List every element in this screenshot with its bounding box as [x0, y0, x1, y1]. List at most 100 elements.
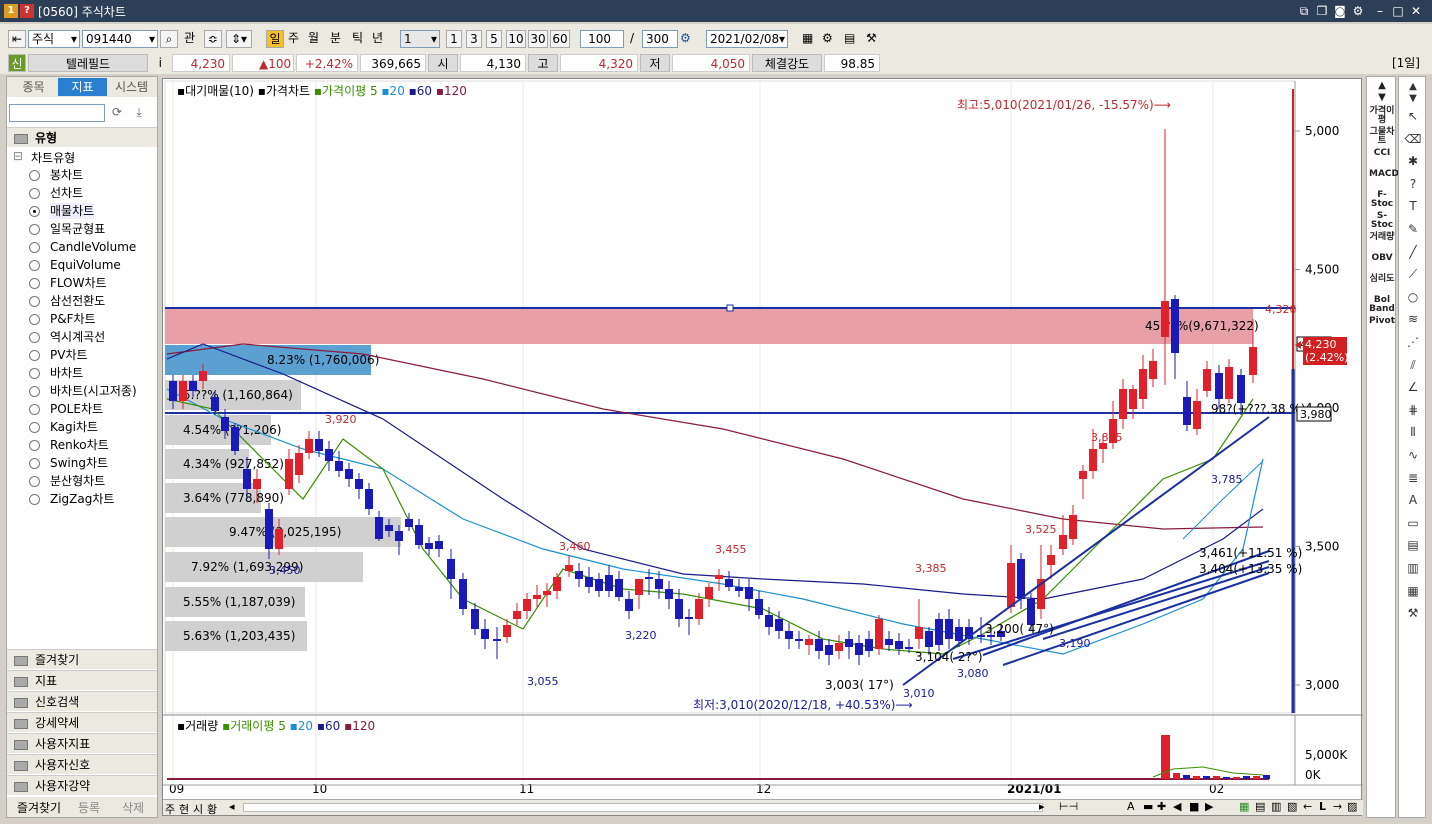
- chart-type-9[interactable]: 역시계곡선: [29, 329, 157, 345]
- channel-icon[interactable]: ⫽: [1404, 358, 1422, 374]
- mode-hyun[interactable]: 현: [179, 801, 189, 817]
- group-4[interactable]: 사용자지표: [7, 733, 157, 753]
- tool-scroll-down-icon[interactable]: ▼: [1404, 93, 1422, 109]
- chart-type-7[interactable]: 삼선전환도: [29, 293, 157, 309]
- link-icon[interactable]: ⧉: [1296, 3, 1312, 19]
- period-day[interactable]: 일: [266, 30, 284, 48]
- tab-indicator[interactable]: 지표: [58, 78, 107, 96]
- copy-icon[interactable]: ❐: [1314, 3, 1330, 19]
- excel-icon[interactable]: ▦: [1239, 800, 1249, 813]
- scrollbar[interactable]: [243, 803, 1043, 812]
- updown-icon[interactable]: ⇕▾: [226, 30, 252, 48]
- fit-icon[interactable]: ▨: [1347, 800, 1357, 813]
- sync-icon[interactable]: ≎: [204, 30, 222, 48]
- chart-type-13[interactable]: POLE차트: [29, 401, 157, 417]
- maximize-icon[interactable]: □: [1390, 3, 1406, 19]
- wrench-icon[interactable]: ⚒: [1404, 606, 1422, 622]
- all-icon[interactable]: ✱: [1404, 154, 1422, 170]
- help-icon[interactable]: ?: [20, 4, 34, 18]
- chart-type-0[interactable]: 봉차트: [29, 167, 157, 183]
- chart-type-6[interactable]: FLOW차트: [29, 275, 157, 291]
- mode-ju[interactable]: 주: [165, 801, 175, 817]
- fan-icon[interactable]: ⋰: [1404, 335, 1422, 351]
- mode-si[interactable]: 시: [193, 801, 203, 817]
- pen-icon[interactable]: ✎: [1404, 222, 1422, 238]
- radio-button[interactable]: [29, 332, 40, 343]
- save-chart-icon[interactable]: ▤: [1255, 800, 1265, 813]
- chart-type-3[interactable]: 일목균형표: [29, 221, 157, 237]
- chart-type-16[interactable]: Swing차트: [29, 455, 157, 471]
- indicator-4[interactable]: F-Stoc: [1369, 191, 1395, 209]
- radio-button[interactable]: [29, 350, 40, 361]
- period-minute[interactable]: 분: [330, 30, 346, 48]
- rewind-icon[interactable]: ◀: [1173, 800, 1181, 813]
- favorites-tab[interactable]: 즐겨찾기: [11, 799, 67, 816]
- radio-button[interactable]: [29, 422, 40, 433]
- quick-10[interactable]: 10: [506, 30, 526, 48]
- group-6[interactable]: 사용자강약: [7, 775, 157, 795]
- radio-button[interactable]: [29, 278, 40, 289]
- radio-button[interactable]: [29, 170, 40, 181]
- log-icon[interactable]: L: [1319, 800, 1326, 813]
- line-icon[interactable]: ╱: [1404, 245, 1422, 261]
- indicator-9[interactable]: Bol Band: [1369, 296, 1395, 314]
- radio-button[interactable]: [29, 224, 40, 235]
- radio-button[interactable]: [29, 386, 40, 397]
- radio-button[interactable]: [29, 404, 40, 415]
- indicator-6[interactable]: 거래량: [1369, 233, 1395, 242]
- trend-icon[interactable]: ⟋: [1404, 267, 1422, 283]
- chart-type-15[interactable]: Renko차트: [29, 437, 157, 453]
- grid-icon[interactable]: ▥: [1271, 800, 1281, 813]
- quick-60[interactable]: 60: [550, 30, 570, 48]
- question-icon[interactable]: ?: [1404, 177, 1422, 193]
- group-0[interactable]: 즐겨찾기: [7, 649, 157, 669]
- camera-icon[interactable]: ◙: [1332, 3, 1348, 19]
- scroll-down-icon[interactable]: ▼: [1369, 93, 1395, 103]
- scroll-left-icon[interactable]: ◂: [229, 800, 235, 813]
- plus-icon[interactable]: ✚: [1157, 800, 1166, 813]
- back-icon[interactable]: ←: [1303, 800, 1312, 813]
- quick-5[interactable]: 5: [486, 30, 502, 48]
- fib-icon[interactable]: ≋: [1404, 312, 1422, 328]
- circle-icon[interactable]: ○: [1404, 290, 1422, 306]
- search-icon[interactable]: ⌕: [160, 30, 178, 48]
- period-year[interactable]: 년: [372, 30, 388, 48]
- radio-button[interactable]: [29, 458, 40, 469]
- indicator-5[interactable]: S-Stoc: [1369, 212, 1395, 230]
- chart-type-12[interactable]: 바차트(시고저종): [29, 383, 157, 399]
- eraser-icon[interactable]: ⌫: [1404, 132, 1422, 148]
- chart-type-folder[interactable]: ⊟ 차트유형: [11, 149, 151, 165]
- minimize-icon[interactable]: –: [1372, 3, 1388, 19]
- prev-stock-icon[interactable]: ⇤: [8, 30, 26, 48]
- chart-type-2[interactable]: 매물차트: [29, 203, 157, 219]
- mode-hwang[interactable]: 황: [207, 801, 217, 817]
- chart-type-18[interactable]: ZigZag차트: [29, 491, 157, 507]
- cursor-icon[interactable]: ↖: [1404, 109, 1422, 125]
- radio-button[interactable]: [29, 206, 40, 217]
- chart-type-17[interactable]: 분산형차트: [29, 473, 157, 489]
- gear-icon[interactable]: ⚙: [822, 30, 838, 48]
- gann-icon[interactable]: ⋕: [1404, 403, 1422, 419]
- chart-type-11[interactable]: 바차트: [29, 365, 157, 381]
- period-week[interactable]: 주: [288, 30, 304, 48]
- tab-stock[interactable]: 종목: [9, 78, 58, 96]
- indicator-3[interactable]: MACD: [1369, 170, 1399, 179]
- zoom-slider-icon[interactable]: ⊢⊣: [1059, 800, 1078, 813]
- period-month[interactable]: 월: [308, 30, 324, 48]
- quick-3[interactable]: 3: [466, 30, 482, 48]
- sidebar-search-input[interactable]: [9, 104, 105, 122]
- indicator-8[interactable]: 심리도: [1369, 275, 1395, 284]
- forward-icon[interactable]: →: [1333, 800, 1342, 813]
- indicator-10[interactable]: Pivot: [1369, 317, 1395, 326]
- delete-tab[interactable]: 삭제: [115, 799, 151, 816]
- indicator-0[interactable]: 가격이평: [1369, 107, 1395, 125]
- chart-type-1[interactable]: 선차트: [29, 185, 157, 201]
- period-tick[interactable]: 틱: [352, 30, 368, 48]
- quick-1[interactable]: 1: [446, 30, 462, 48]
- tools-icon[interactable]: ⚒: [866, 30, 882, 48]
- scroll-right-icon[interactable]: ▸: [1039, 800, 1045, 813]
- window-icon[interactable]: ▭: [1404, 516, 1422, 532]
- radio-button[interactable]: [29, 440, 40, 451]
- scroll-up-icon[interactable]: ▲: [1369, 81, 1395, 91]
- play-icon[interactable]: ▶: [1205, 800, 1213, 813]
